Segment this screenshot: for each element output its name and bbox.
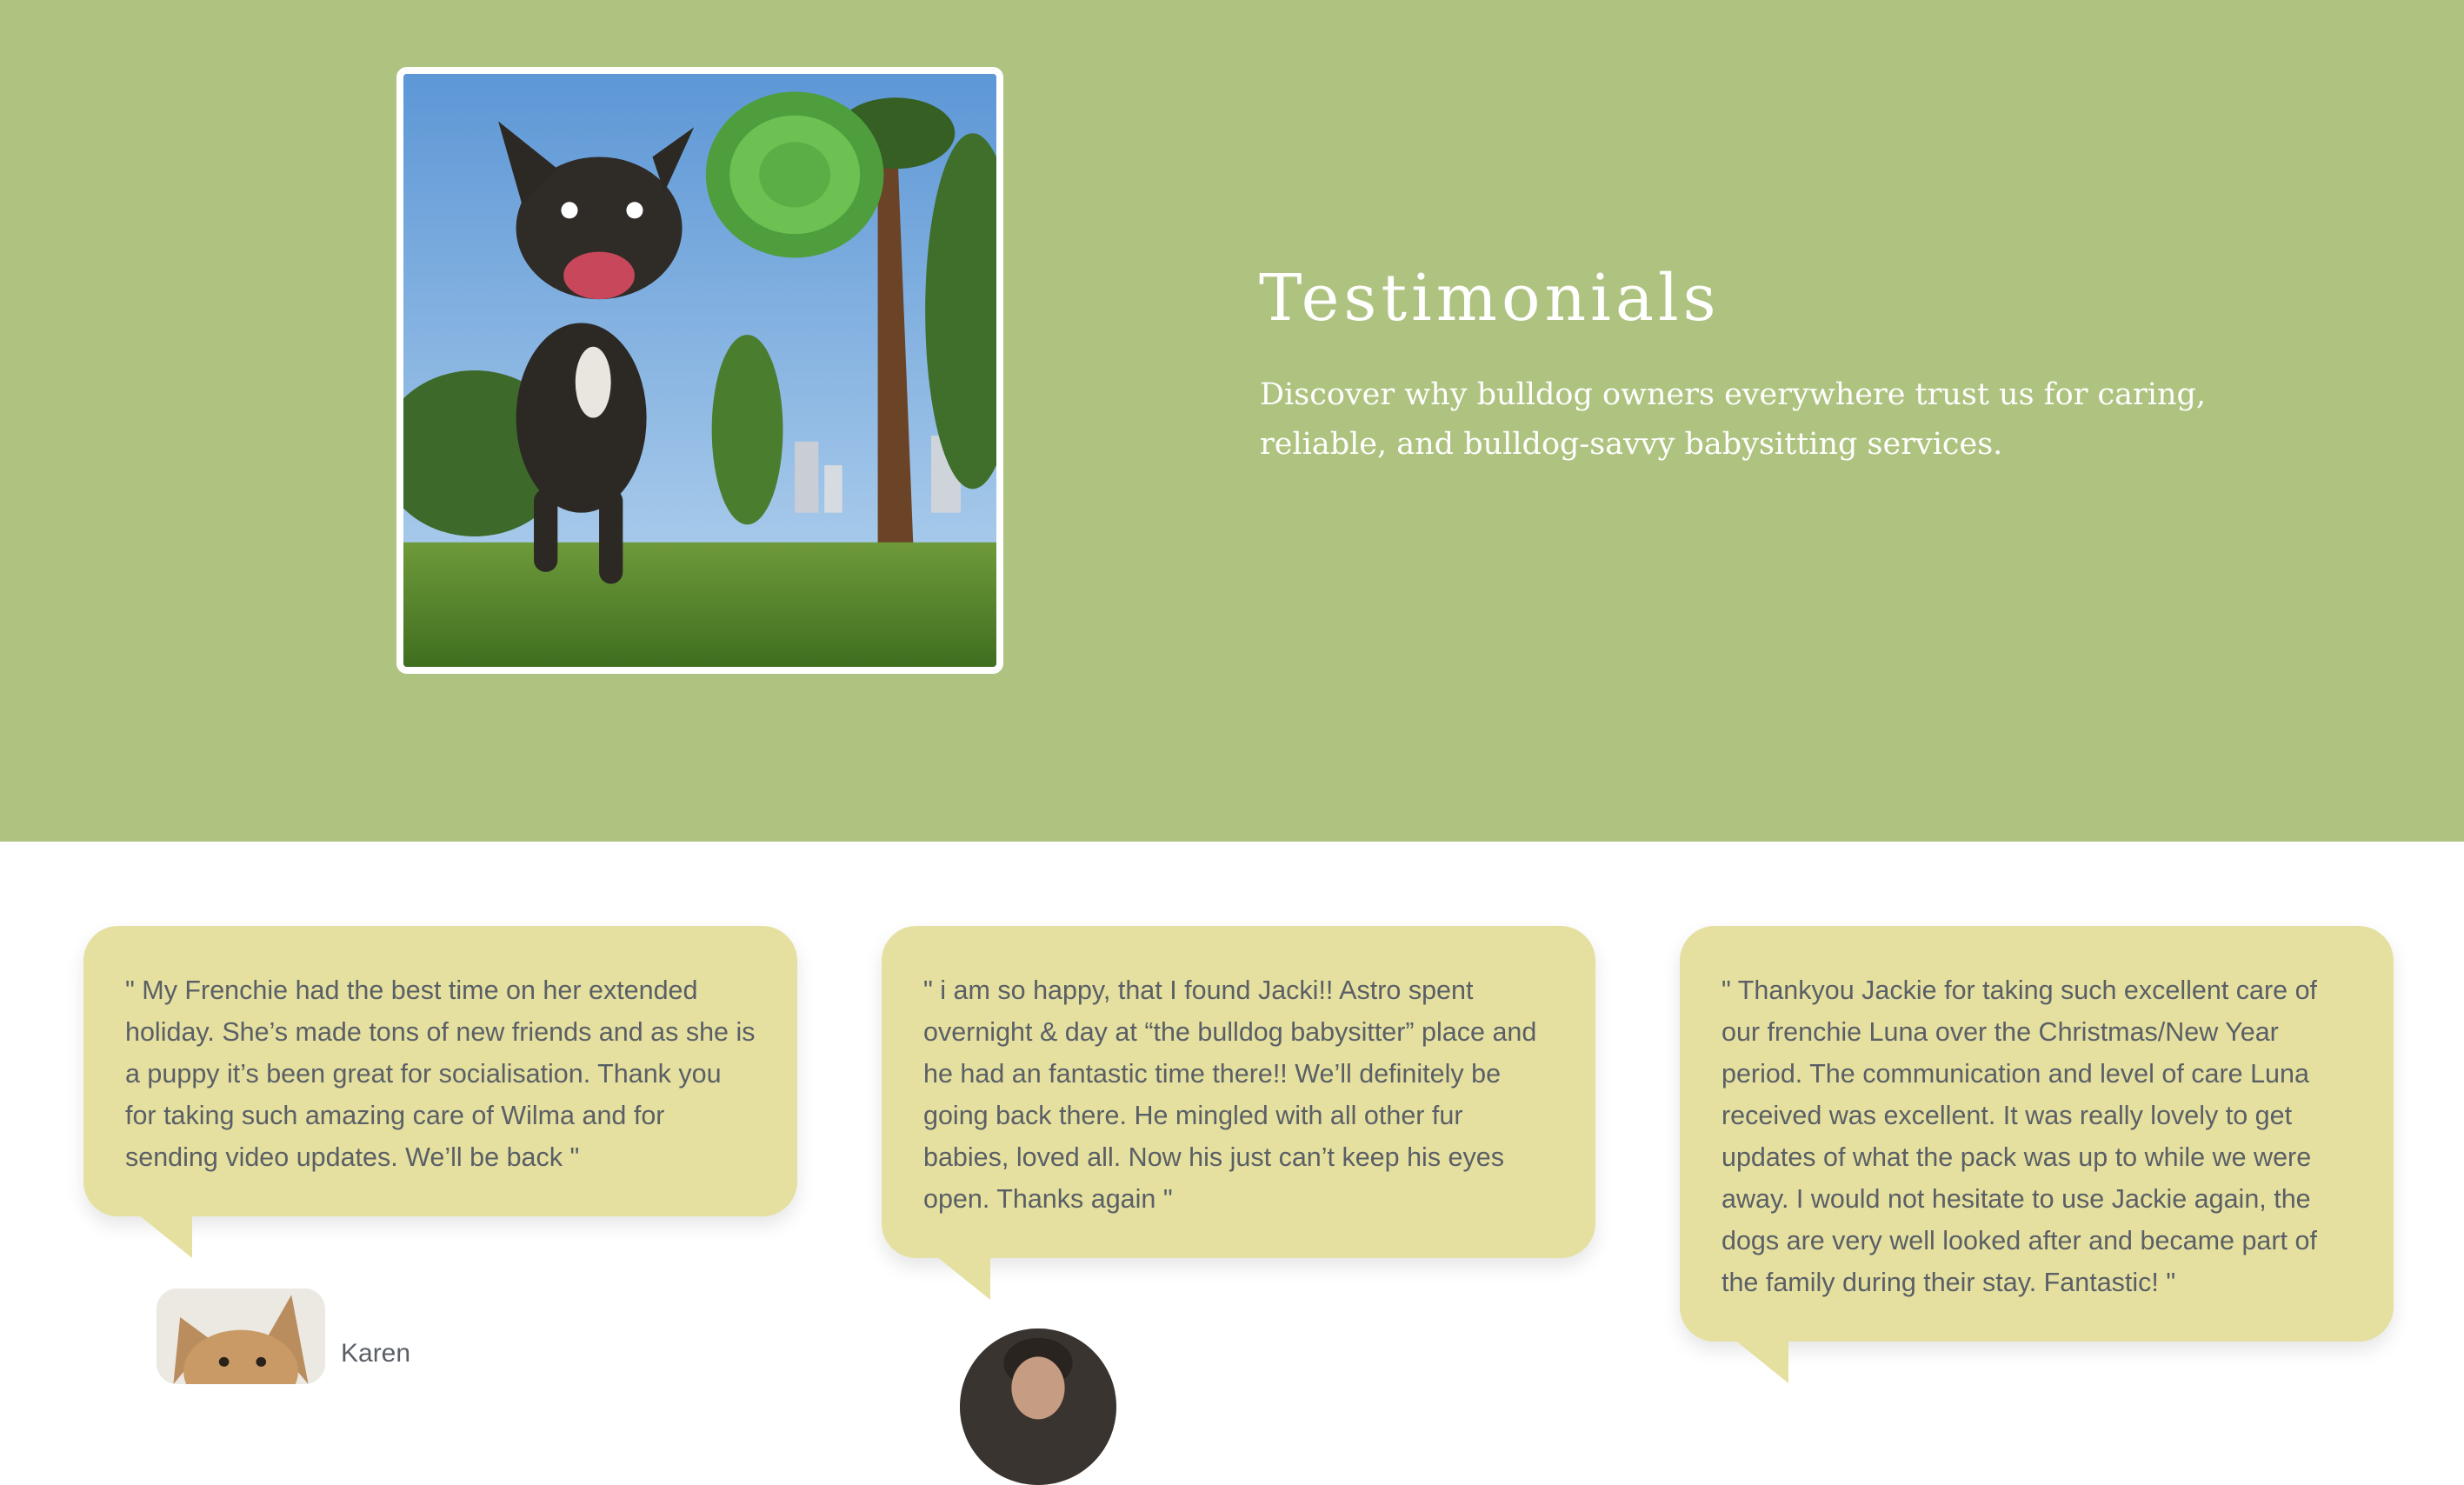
hero-dog-frisbee-image [396,67,1003,674]
speech-bubble-tail [1735,1340,1788,1383]
testimonial-quote: " i am so happy, that I found Jacki!! As… [923,976,1537,1214]
reviewer-avatar [960,1329,1116,1485]
french-bulldog-photo-graphic [403,74,996,667]
testimonials-hero: Testimonials Discover why bulldog owners… [0,0,2464,842]
french-bulldog-avatar-graphic [156,1289,325,1384]
reviewer-name: Karen [341,1339,411,1368]
section-title: Testimonials [1259,261,1721,336]
testimonial-card: " My Frenchie had the best time on her e… [83,926,797,1258]
testimonial-quote: " Thankyou Jackie for taking such excell… [1721,976,2318,1297]
reviewer-avatar [156,1289,325,1384]
testimonial-quote: " My Frenchie had the best time on her e… [125,976,756,1172]
person-avatar-graphic [960,1329,1116,1485]
testimonial-card: " i am so happy, that I found Jacki!! As… [882,926,1595,1300]
testimonial-card: " Thankyou Jackie for taking such excell… [1680,926,2394,1383]
section-subtitle: Discover why bulldog owners everywhere t… [1260,377,2207,462]
speech-bubble-tail [138,1215,192,1258]
speech-bubble-tail [936,1256,990,1300]
